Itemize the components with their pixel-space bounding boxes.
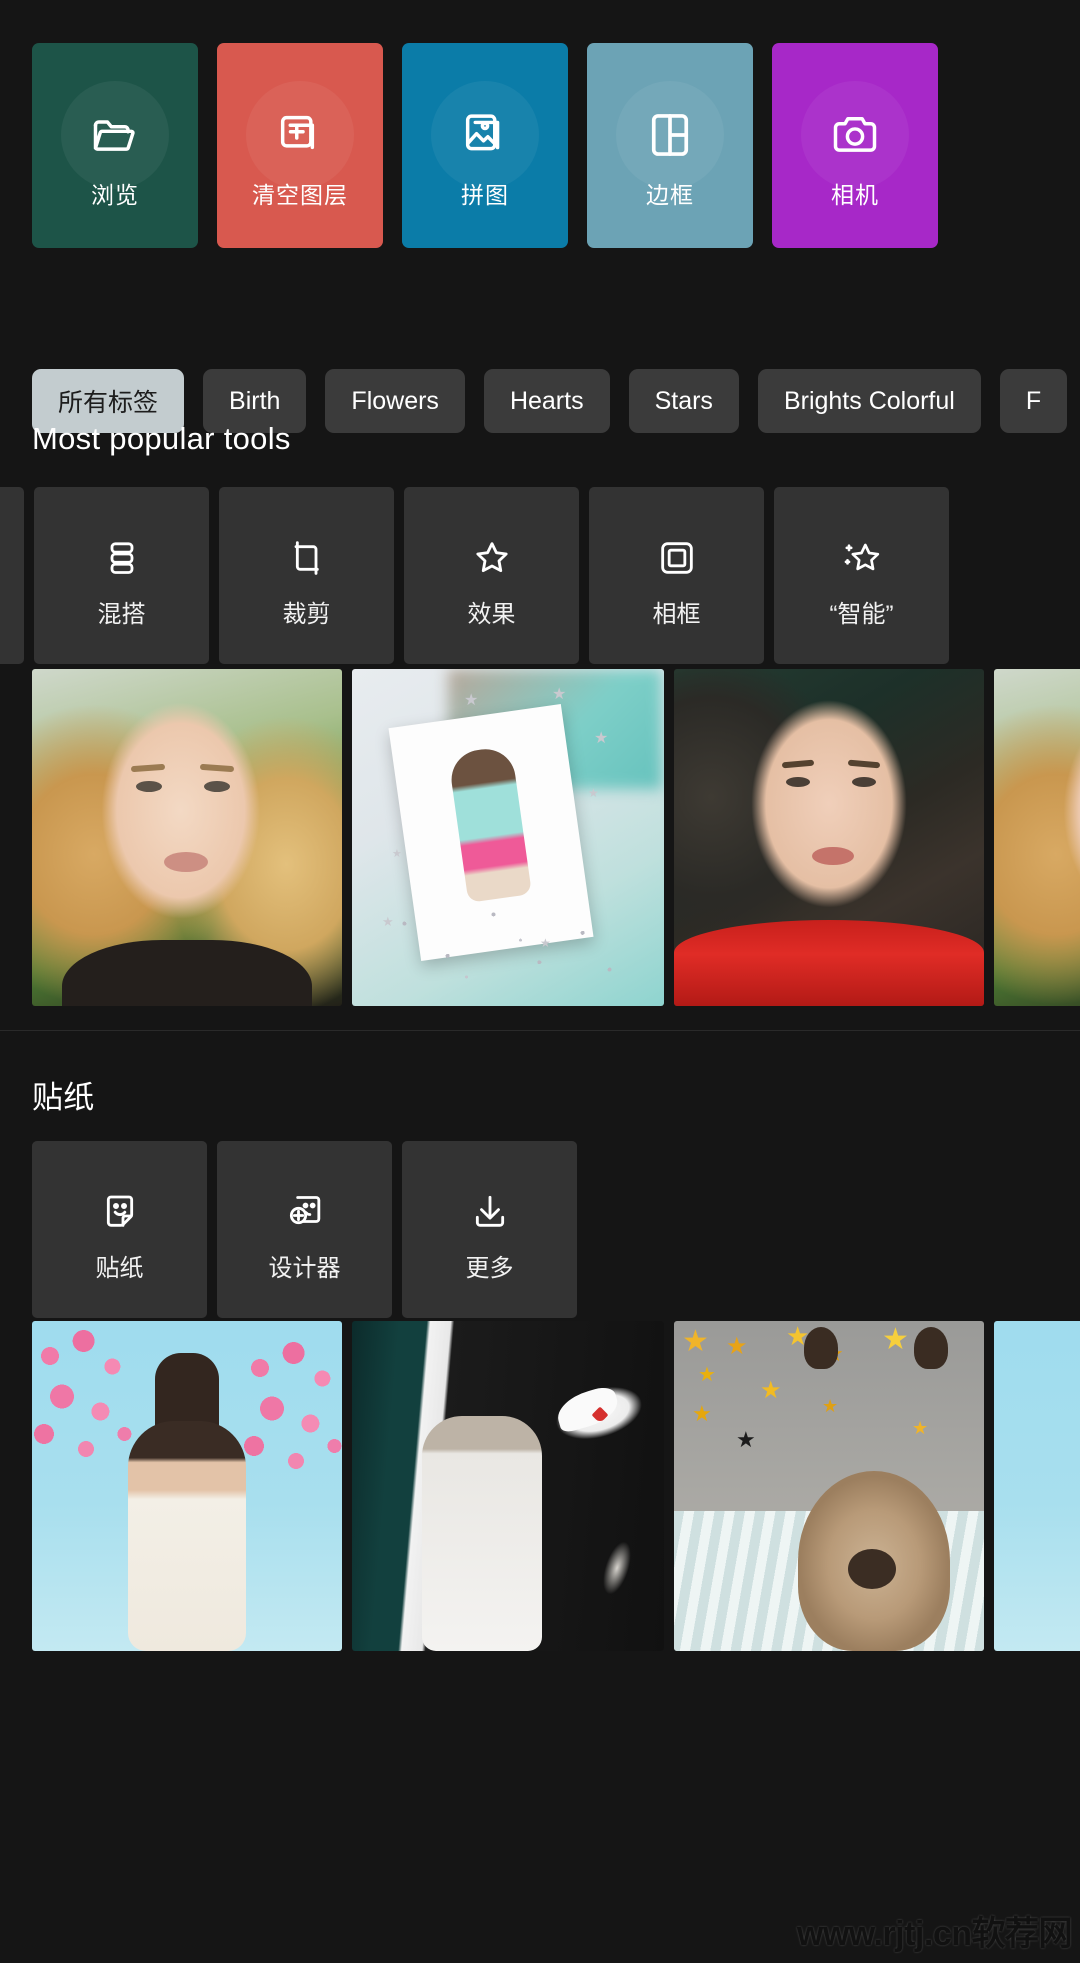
tag-chip-hearts[interactable]: Hearts — [483, 369, 610, 433]
tool-card-stickers[interactable]: 贴纸 — [32, 1141, 207, 1318]
hero-card-label: 浏览 — [91, 182, 139, 208]
add-layer-icon — [272, 107, 328, 163]
frame-icon — [656, 537, 698, 579]
tag-chip-flowers[interactable]: Flowers — [325, 369, 465, 433]
tag-chip-brights-colorful[interactable]: Brights Colorful — [757, 369, 981, 433]
hero-card-camera[interactable]: 相机 — [772, 43, 938, 248]
tool-card-previous-peek[interactable] — [0, 487, 24, 664]
most-popular-photo-strip[interactable]: ★ ★ ★ ★ ★ ★ ★ — [0, 669, 1080, 1006]
decor — [848, 1549, 896, 1589]
hero-card-collage[interactable]: 拼图 — [402, 43, 568, 248]
decor: ★ — [882, 1323, 909, 1356]
decor — [164, 852, 208, 872]
hero-card-clear-layers[interactable]: 清空图层 — [217, 43, 383, 248]
tool-label: 混搭 — [97, 601, 146, 628]
decor — [804, 1327, 838, 1369]
decor: ★ — [692, 1401, 712, 1426]
decor: ★ — [726, 1333, 748, 1360]
tool-label: 裁剪 — [282, 601, 331, 628]
decor: ★ — [822, 1396, 839, 1416]
decor — [674, 920, 984, 1006]
decor: ★ — [552, 686, 567, 703]
most-popular-tools-row[interactable]: 混搭 裁剪 效果 相框 “智能” — [0, 487, 1056, 664]
photo-thumbnail[interactable] — [994, 1321, 1080, 1651]
decor — [586, 1525, 648, 1611]
decor — [781, 759, 815, 769]
tool-card-more[interactable]: 更多 — [402, 1141, 577, 1318]
decor — [447, 745, 532, 903]
magic-star-icon — [841, 537, 883, 579]
decor — [236, 1341, 342, 1491]
star-icon — [471, 537, 513, 579]
decor: ★ — [698, 1364, 716, 1386]
crop-icon — [286, 537, 328, 579]
decor — [422, 1416, 542, 1651]
decor: ★ — [392, 848, 402, 860]
decor — [62, 940, 312, 1006]
photo-thumbnail[interactable] — [32, 669, 342, 1006]
tool-label: 设计器 — [268, 1255, 341, 1282]
section-title-most-popular-tools: Most popular tools — [32, 421, 291, 456]
photo-thumbnail[interactable] — [352, 1321, 664, 1651]
hero-card-label: 清空图层 — [252, 182, 348, 208]
decor: ★ — [594, 730, 609, 747]
tool-card-mashup[interactable]: 混搭 — [34, 487, 209, 664]
decor — [812, 847, 854, 865]
tool-label: 更多 — [465, 1255, 514, 1282]
photo-thumbnail[interactable] — [994, 669, 1080, 1006]
decor — [847, 759, 881, 769]
hero-card-browse[interactable]: 浏览 — [32, 43, 198, 248]
sticker-add-icon — [284, 1191, 326, 1233]
layout-frame-icon — [642, 107, 698, 163]
sticker-smiley-icon — [99, 1191, 141, 1233]
watermark: www.rjtj.cn软荐网 — [796, 1915, 1073, 1953]
tool-label: 效果 — [467, 601, 516, 628]
decor: ★ — [736, 1427, 756, 1452]
sticker-photo-strip[interactable]: ★ ★ ★ ★ ★ ★ ★ ★ ★ ★ ★ — [0, 1321, 1080, 1651]
photo-thumbnail[interactable] — [32, 1321, 342, 1651]
tag-chip-stars[interactable]: Stars — [628, 369, 739, 433]
camera-icon — [827, 107, 883, 163]
decor — [204, 781, 230, 792]
photo-thumbnail[interactable] — [674, 669, 984, 1006]
decor: ★ — [912, 1418, 929, 1438]
tool-card-frame[interactable]: 相框 — [589, 487, 764, 664]
decor: ★ — [588, 786, 599, 800]
decor — [372, 896, 642, 988]
sticker-tools-row[interactable]: 贴纸 设计器 更多 — [0, 1141, 1080, 1318]
photo-thumbnail[interactable]: ★ ★ ★ ★ ★ ★ ★ ★ ★ ★ ★ — [674, 1321, 984, 1651]
download-icon — [469, 1191, 511, 1233]
decor: ★ — [682, 1325, 709, 1358]
section-title-stickers: 贴纸 — [32, 1080, 95, 1115]
hero-card-border[interactable]: 边框 — [587, 43, 753, 248]
decor — [136, 781, 162, 792]
section-divider — [0, 1030, 1080, 1031]
tool-label: “智能” — [829, 601, 894, 628]
hero-action-card-row[interactable]: 浏览 清空图层 拼图 边框 相机 — [0, 43, 1080, 248]
tag-chip-partial[interactable]: F — [999, 369, 1068, 433]
tool-card-smart[interactable]: “智能” — [774, 487, 949, 664]
decor — [852, 777, 876, 787]
decor — [914, 1327, 948, 1369]
hero-card-label: 边框 — [646, 182, 694, 208]
hero-card-label: 相机 — [831, 182, 879, 208]
tool-card-designer[interactable]: 设计器 — [217, 1141, 392, 1318]
tool-card-effects[interactable]: 效果 — [404, 487, 579, 664]
decor — [128, 1421, 246, 1651]
hero-card-label: 拼图 — [461, 182, 509, 208]
folder-open-icon — [87, 107, 143, 163]
image-icon — [457, 107, 513, 163]
tool-label: 贴纸 — [95, 1255, 144, 1282]
decor: ★ — [760, 1377, 782, 1404]
layers-icon — [101, 537, 143, 579]
decor — [130, 763, 166, 773]
tool-card-crop[interactable]: 裁剪 — [219, 487, 394, 664]
decor — [199, 763, 235, 773]
decor: ★ — [464, 692, 479, 709]
tool-label: 相框 — [652, 601, 701, 628]
decor — [786, 777, 810, 787]
photo-thumbnail[interactable]: ★ ★ ★ ★ ★ ★ ★ — [352, 669, 664, 1006]
